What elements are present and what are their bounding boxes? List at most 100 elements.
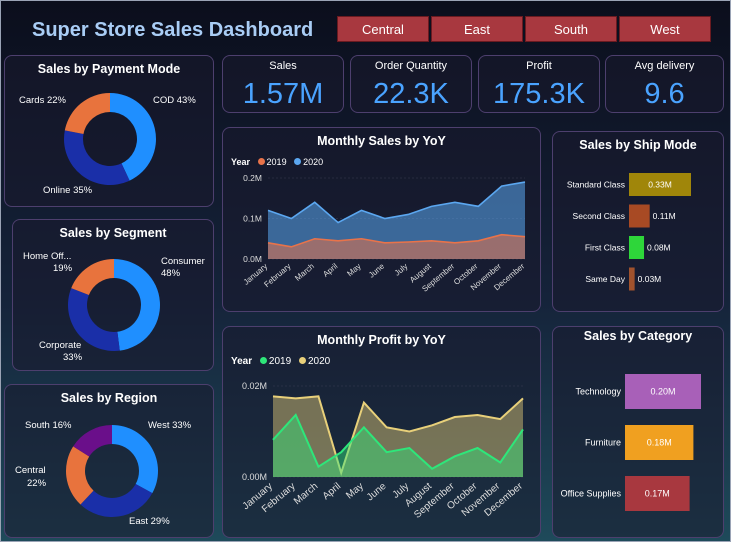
- donut-label-corporate: Corporate: [39, 340, 82, 351]
- donut-slice-west: [112, 425, 158, 494]
- legend-dot-2019: [257, 158, 265, 165]
- region-button-east[interactable]: East: [431, 16, 523, 42]
- bar-same-day: [629, 267, 635, 291]
- kpi-label: Order Quantity: [374, 60, 448, 72]
- y-tick-label: 0.2M: [243, 173, 262, 183]
- monthly-sales-chart: 0.0M0.1M0.2MJanuaryFebruary March April May…: [242, 173, 527, 294]
- legend-dot-2019: [259, 357, 267, 364]
- legend-label-2019: 2019: [266, 157, 287, 167]
- data-label: 0.18M: [647, 438, 672, 448]
- x-tick-label: April: [321, 262, 339, 279]
- chart-title: Sales by Segment: [59, 226, 167, 240]
- data-label: 0.33M: [648, 180, 672, 190]
- donut-label-cards: Cards 22%: [19, 95, 66, 106]
- x-tick-label: March: [293, 262, 316, 283]
- chart-title: Sales by Payment Mode: [37, 62, 181, 76]
- payment-mode-card: Sales by Payment Mode COD 43% Online 35%…: [4, 55, 214, 207]
- donut-label-east: East 29%: [129, 516, 170, 527]
- bar-first-class: [629, 236, 645, 259]
- donut-slice-home-office: [71, 259, 114, 296]
- data-label: 0.11M: [653, 211, 676, 221]
- category-label: Standard Class: [567, 180, 625, 190]
- kpi-value: 9.6: [644, 78, 685, 110]
- donut-label-cod: COD 43%: [153, 95, 196, 106]
- chart-legend: Year 2019 2020: [231, 356, 330, 367]
- category-label: Technology: [575, 387, 621, 397]
- donut-pct-central: 22%: [27, 478, 47, 489]
- page-title: Super Store Sales Dashboard: [32, 19, 314, 41]
- legend-label-2020: 2020: [303, 157, 324, 167]
- y-tick-label: 0.0M: [243, 254, 262, 264]
- chart-title: Sales by Region: [60, 391, 158, 405]
- data-label: 0.20M: [650, 387, 675, 397]
- kpi-label: Profit: [526, 60, 552, 72]
- x-tick-label: June: [367, 261, 386, 279]
- category-label: Same Day: [585, 274, 625, 284]
- legend-label-2019: 2019: [268, 356, 292, 367]
- monthly-profit-chart: 0.00M0.02MJanuaryFebruaryMarch April May Ju…: [241, 381, 526, 521]
- kpi-value: 1.57M: [242, 78, 324, 110]
- donut-label-online: Online 35%: [43, 185, 93, 196]
- donut-label-south: South 16%: [25, 420, 72, 431]
- chart-title: Monthly Profit by YoY: [317, 333, 446, 347]
- x-tick-label: May: [345, 262, 362, 279]
- category-label: First Class: [585, 243, 625, 253]
- legend-dot-2020: [298, 357, 306, 364]
- kpi-card-sales: Sales 1.57M: [222, 55, 344, 113]
- region-slicer: Central East South West: [337, 16, 713, 42]
- chart-legend: Year 2019 2020: [231, 157, 323, 167]
- legend-title: Year: [231, 157, 251, 167]
- donut-label-home-office: Home Off...: [23, 251, 72, 262]
- region-button-central[interactable]: Central: [337, 16, 429, 42]
- bar-second-class: [629, 204, 650, 228]
- x-tick-label: May: [344, 481, 366, 502]
- region-button-west[interactable]: West: [619, 16, 711, 42]
- y-tick-label: 0.00M: [242, 472, 267, 482]
- category-card: Sales by Category Technology 0.20M Furnitu…: [552, 326, 724, 538]
- kpi-value: 22.3K: [373, 78, 449, 110]
- kpi-card-avg-delivery: Avg delivery 9.6: [605, 55, 724, 113]
- data-label: 0.17M: [645, 489, 670, 499]
- region-button-south[interactable]: South: [525, 16, 617, 42]
- donut-pct-corporate: 33%: [63, 352, 83, 363]
- legend-title: Year: [231, 356, 253, 367]
- kpi-card-order-quantity: Order Quantity 22.3K: [350, 55, 472, 113]
- legend-label-2020: 2020: [307, 356, 331, 367]
- kpi-card-profit: Profit 175.3K: [478, 55, 600, 113]
- category-label: Furniture: [585, 438, 621, 448]
- chart-title: Sales by Category: [583, 329, 693, 343]
- region-card: Sales by Region West 33% East 29% Centra…: [4, 384, 214, 538]
- donut-label-central: Central: [15, 465, 46, 476]
- y-tick-label: 0.1M: [243, 214, 262, 224]
- category-label: Office Supplies: [561, 489, 622, 499]
- ship-mode-chart: Standard Class 0.33M Second Class 0.11M Firs…: [567, 173, 691, 291]
- chart-title: Monthly Sales by YoY: [317, 134, 446, 148]
- data-label: 0.08M: [647, 243, 671, 253]
- region-donut: [66, 425, 158, 517]
- monthly-profit-card: Monthly Profit by YoY Year 2019 2020 0.0…: [222, 326, 541, 538]
- kpi-label: Avg delivery: [634, 60, 695, 72]
- x-tick-label: April: [321, 481, 343, 502]
- kpi-label: Sales: [269, 60, 297, 72]
- payment-mode-donut: [63, 93, 156, 185]
- legend-dot-2020: [294, 158, 302, 165]
- x-tick-label: March: [292, 481, 320, 507]
- category-chart: Technology 0.20M Furniture 0.18M Office Supp…: [561, 374, 701, 511]
- monthly-sales-card: Monthly Sales by YoY Year 2019 2020 0.0M…: [222, 127, 541, 312]
- donut-slice-cards: [64, 93, 110, 134]
- x-tick-label: July: [393, 262, 410, 278]
- segment-card: Sales by Segment Consumer 48% Corporate …: [12, 219, 214, 371]
- donut-label-consumer: Consumer: [161, 256, 205, 267]
- chart-title: Sales by Ship Mode: [579, 138, 697, 152]
- x-tick-label: June: [365, 481, 389, 504]
- donut-pct-consumer: 48%: [161, 268, 181, 279]
- donut-slice-online: [63, 130, 130, 185]
- y-tick-label: 0.02M: [242, 381, 267, 391]
- ship-mode-card: Sales by Ship Mode Standard Class 0.33M Se…: [552, 131, 724, 312]
- donut-label-west: West 33%: [148, 420, 192, 431]
- donut-pct-home-office: 19%: [53, 263, 73, 274]
- donut-slice-consumer: [114, 259, 161, 351]
- data-label: 0.03M: [638, 274, 662, 284]
- kpi-value: 175.3K: [493, 78, 585, 110]
- category-label: Second Class: [573, 211, 625, 221]
